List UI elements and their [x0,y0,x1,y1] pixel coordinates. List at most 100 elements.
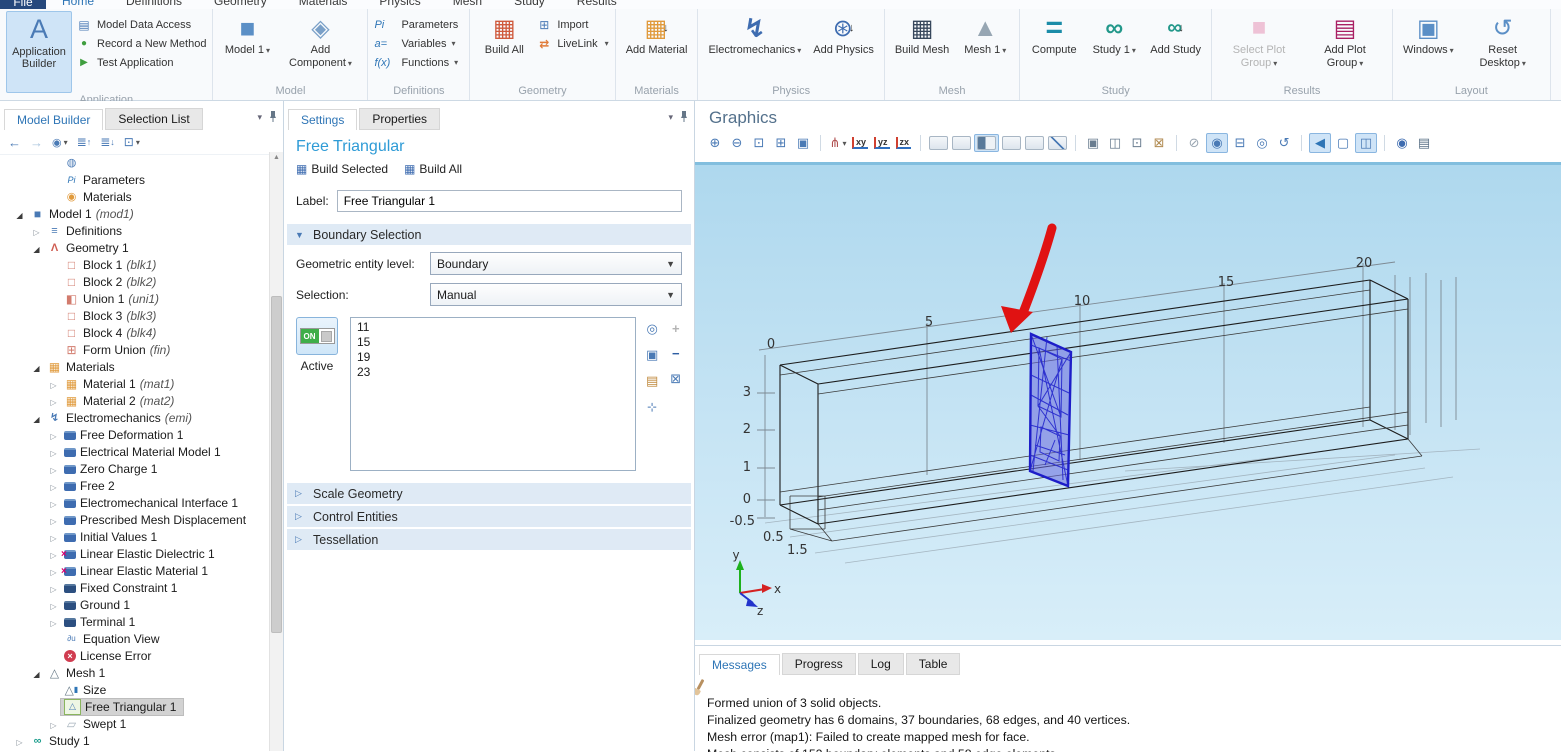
ribbon-tab[interactable]: Home [46,0,110,1]
view-xy-button[interactable]: xy [852,137,868,149]
clear-selection-icon[interactable] [670,371,681,387]
tree-expander-icon[interactable] [46,428,61,442]
tree-item[interactable]: Block 4 (blk4) [0,324,270,341]
ribbon-button[interactable]: a= Variables ▾ [374,34,463,53]
render-surface-icon[interactable] [977,136,996,150]
tree-expander-icon[interactable] [46,547,61,561]
tree-item[interactable]: Linear Elastic Dielectric 1 [0,545,270,562]
selection-entry[interactable]: 11 [357,320,629,335]
render-wireframe-icon[interactable] [952,136,971,150]
ribbon-button[interactable]: Record a New Method [76,34,206,53]
tree-item[interactable]: Form Union (fin) [0,341,270,358]
ribbon-tab[interactable]: Results [561,0,633,1]
ribbon-button[interactable]: f(x) Functions ▾ [374,53,463,72]
tree-item[interactable]: Zero Charge 1 [0,460,270,477]
scrollbar-thumb[interactable] [271,296,282,633]
copy-selection-icon[interactable] [646,347,658,363]
transparency-icon[interactable] [1184,134,1204,152]
maximize-icon[interactable] [1355,133,1377,153]
add-study-button[interactable]: Add Study [1146,11,1205,57]
tree-item[interactable]: Material 2 (mat2) [0,392,270,409]
tree-item[interactable]: Block 2 (blk2) [0,273,270,290]
label-input[interactable] [337,190,682,212]
tree-item[interactable]: Free Triangular 1 [0,698,270,715]
tree-expander-icon[interactable] [12,734,27,748]
zoom-to-selection-icon[interactable] [647,399,657,414]
render-edges-icon[interactable] [1002,136,1021,150]
default-view-icon[interactable] [1309,133,1331,153]
reset-desktop-button[interactable]: Reset Desktop [1462,11,1544,70]
tree-expander-icon[interactable] [29,224,44,238]
mesh-1-button[interactable]: Mesh 1 [957,11,1013,57]
tree-expander-icon[interactable] [46,717,61,731]
tree-item[interactable]: Material 1 (mat1) [0,375,270,392]
tab-log[interactable]: Log [858,653,904,675]
tree-item[interactable]: Block 1 (blk1) [0,256,270,273]
reset-hiding-icon[interactable] [1274,134,1294,152]
zoom-extents-icon[interactable] [771,134,791,152]
tree-expander-icon[interactable] [46,377,61,391]
tree-item[interactable]: Swept 1 [0,715,270,732]
tree-item[interactable]: License Error [0,647,270,664]
tree-expander-icon[interactable] [46,445,61,459]
select-frame-icon[interactable] [1127,134,1147,152]
ribbon-tab[interactable]: Study [498,0,561,1]
build-all-button-settings[interactable]: Build All [404,162,462,176]
camera-icon[interactable] [1392,134,1412,152]
paste-selection-icon[interactable] [646,373,658,389]
ribbon-button[interactable]: Model Data Access [76,15,206,34]
tree-item[interactable]: Parameters [0,171,270,188]
ribbon-button[interactable]: Test Application [76,53,206,72]
tab-settings[interactable]: Settings [288,109,357,130]
tree-item[interactable]: Materials [0,358,270,375]
application-builder-button[interactable]: A Application Builder [6,11,72,93]
geometric-entity-level-select[interactable]: Boundary ▼ [430,252,682,275]
add-plot-group-button[interactable]: Add Plot Group [1304,11,1386,70]
expand-all-icon[interactable] [100,135,115,149]
tree-expander-icon[interactable] [29,666,44,680]
import-button[interactable]: Import [536,15,608,34]
print-icon[interactable] [1414,134,1434,152]
back-arrow-icon[interactable]: ← [8,135,21,150]
windows-button[interactable]: Windows [1399,11,1458,57]
add-component-button[interactable]: Add Component [279,11,361,70]
build-all-button[interactable]: Build All [476,11,532,57]
scroll-up-icon[interactable]: ▲ [270,152,283,164]
render-ghost-icon[interactable] [929,136,948,150]
clear-frame-icon[interactable] [1149,134,1169,152]
selection-entry[interactable]: 19 [357,350,629,365]
tree-expander-icon[interactable] [12,207,27,221]
zoom-in-icon[interactable] [705,134,725,152]
selection-entry[interactable]: 15 [357,335,629,350]
tree-expander-icon[interactable] [46,530,61,544]
forward-arrow-icon[interactable]: → [30,135,43,150]
tab-selection-list[interactable]: Selection List [105,108,202,130]
ribbon-tab[interactable]: Geometry [198,0,283,1]
tab-table[interactable]: Table [906,653,961,675]
add-selection-icon[interactable]: + [672,321,680,336]
remove-selection-icon[interactable]: − [672,346,680,361]
snapshot-icon[interactable] [1105,134,1125,152]
tree-expander-icon[interactable] [46,513,61,527]
tree-item[interactable]: Ground 1 [0,596,270,613]
graphics-viewport[interactable]: 0 5 10 15 20 3 2 1 0 -0.5 0.5 1.5 y x z [695,162,1561,640]
ribbon-tab[interactable]: Materials [283,0,364,1]
tree-expander-icon[interactable] [46,496,61,510]
tab-properties[interactable]: Properties [359,108,440,130]
compute-button[interactable]: Compute [1026,11,1082,57]
go-to-node-icon[interactable] [124,135,140,149]
tree-item[interactable]: Union 1 (uni1) [0,290,270,307]
tree-expander-icon[interactable] [46,394,61,408]
show-icon[interactable] [52,136,68,149]
panel-menu-caret-icon[interactable] [668,109,673,123]
tree-item[interactable]: Block 3 (blk3) [0,307,270,324]
tree-item[interactable]: Prescribed Mesh Displacement [0,511,270,528]
ribbon-tab[interactable]: Definitions [110,0,198,1]
tree-item[interactable]: Mesh 1 [0,664,270,681]
tree-item[interactable]: Terminal 1 [0,613,270,630]
render-none-icon[interactable] [1048,136,1067,150]
build-mesh-button[interactable]: Build Mesh [891,11,953,57]
create-selection-icon[interactable] [646,321,657,337]
panel-menu-caret-icon[interactable] [257,109,262,123]
tree-expander-icon[interactable] [46,581,61,595]
